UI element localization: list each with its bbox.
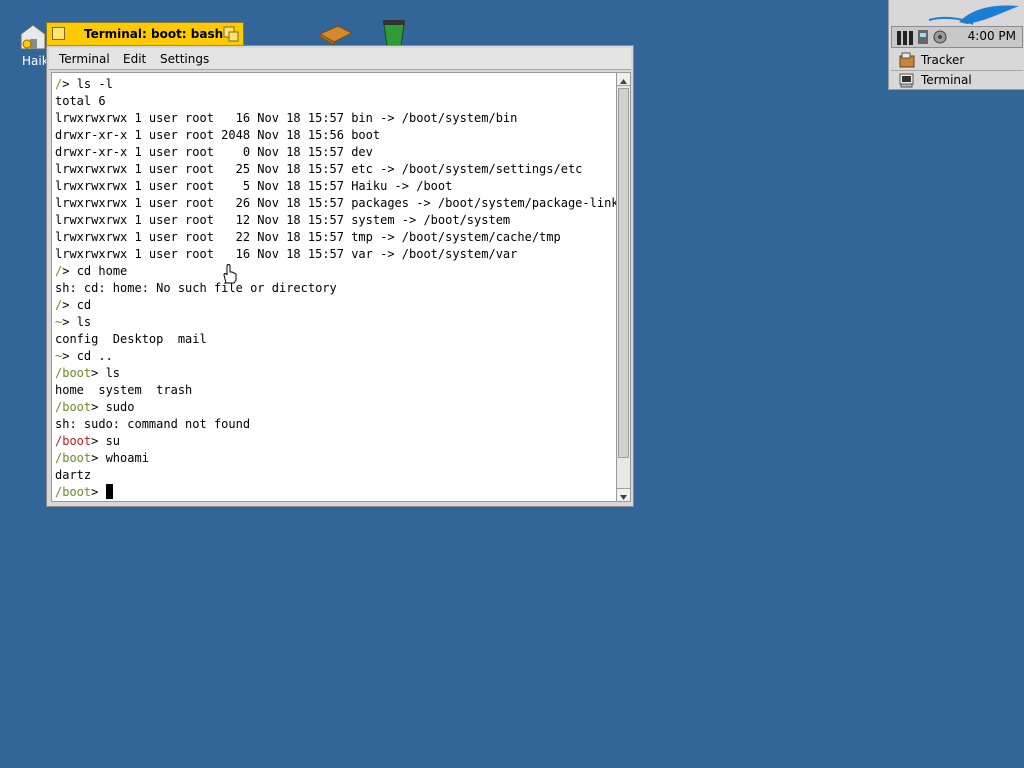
line-text: lrwxrwxrwx 1 user root 16 Nov 18 15:57 b… bbox=[55, 111, 518, 125]
terminal-icon bbox=[899, 72, 915, 94]
terminal-line: lrwxrwxrwx 1 user root 16 Nov 18 15:57 b… bbox=[55, 110, 616, 127]
prompt-path: /boot bbox=[55, 366, 92, 380]
line-text: ls bbox=[69, 315, 92, 329]
line-text: lrwxrwxrwx 1 user root 5 Nov 18 15:57 Ha… bbox=[55, 179, 453, 193]
vertical-scrollbar[interactable] bbox=[617, 72, 631, 502]
line-text: dartz bbox=[55, 468, 92, 482]
zoom-button[interactable] bbox=[223, 26, 239, 42]
terminal-line: drwxr-xr-x 1 user root 2048 Nov 18 15:56… bbox=[55, 127, 616, 144]
text-cursor bbox=[105, 484, 113, 499]
prompt-path: /boot bbox=[55, 434, 92, 448]
line-text: cd bbox=[69, 298, 92, 312]
line-text: home system trash bbox=[55, 383, 193, 397]
terminal-window: Terminal Edit Settings /> ls -l total 6 lr… bbox=[46, 45, 634, 507]
terminal-view[interactable]: /> ls -l total 6 lrwxrwxrwx 1 user root 16… bbox=[51, 72, 617, 502]
line-text: ls bbox=[98, 366, 121, 380]
terminal-line: config Desktop mail bbox=[55, 331, 616, 348]
deskbar-item-terminal[interactable]: Terminal bbox=[891, 70, 1023, 90]
line-text: cd .. bbox=[69, 349, 113, 363]
terminal-line: sh: sudo: command not found bbox=[55, 416, 616, 433]
line-text: drwxr-xr-x 1 user root 2048 Nov 18 15:56… bbox=[55, 128, 381, 142]
menu-terminal[interactable]: Terminal bbox=[59, 52, 110, 66]
line-text: config Desktop mail bbox=[55, 332, 207, 346]
terminal-line: /> cd bbox=[55, 297, 616, 314]
line-text bbox=[98, 485, 105, 499]
terminal-output: /> ls -l total 6 lrwxrwxrwx 1 user root 16… bbox=[55, 76, 617, 501]
terminal-line: dartz bbox=[55, 467, 616, 484]
line-text: lrwxrwxrwx 1 user root 25 Nov 18 15:57 e… bbox=[55, 162, 583, 176]
line-text: lrwxrwxrwx 1 user root 26 Nov 18 15:57 p… bbox=[55, 196, 617, 210]
line-text: total 6 bbox=[55, 94, 106, 108]
prompt-path: /boot bbox=[55, 485, 92, 499]
menu-edit[interactable]: Edit bbox=[123, 52, 146, 66]
media-icon[interactable] bbox=[932, 29, 948, 49]
network-icon[interactable] bbox=[916, 29, 930, 49]
terminal-line: /boot> sudo bbox=[55, 399, 616, 416]
menu-bar: Terminal Edit Settings bbox=[49, 48, 631, 70]
terminal-line: home system trash bbox=[55, 382, 616, 399]
terminal-line: drwxr-xr-x 1 user root 0 Nov 18 15:57 de… bbox=[55, 144, 616, 161]
close-button[interactable] bbox=[52, 27, 65, 40]
terminal-line: lrwxrwxrwx 1 user root 25 Nov 18 15:57 e… bbox=[55, 161, 616, 178]
terminal-line: /> ls -l bbox=[55, 76, 616, 93]
terminal-line: lrwxrwxrwx 1 user root 26 Nov 18 15:57 p… bbox=[55, 195, 617, 212]
window-title: Terminal: boot: bash bbox=[84, 27, 224, 41]
terminal-line: /boot> whoami bbox=[55, 450, 616, 467]
scrollbar-thumb[interactable] bbox=[618, 88, 629, 458]
line-text: lrwxrwxrwx 1 user root 12 Nov 18 15:57 s… bbox=[55, 213, 511, 227]
terminal-line: lrwxrwxrwx 1 user root 16 Nov 18 15:57 v… bbox=[55, 246, 616, 263]
scroll-down-button[interactable] bbox=[617, 488, 630, 501]
terminal-line: lrwxrwxrwx 1 user root 5 Nov 18 15:57 Ha… bbox=[55, 178, 616, 195]
terminal-line: lrwxrwxrwx 1 user root 12 Nov 18 15:57 s… bbox=[55, 212, 616, 229]
hand-cursor-icon bbox=[221, 264, 239, 288]
deskbar-item-label: Tracker bbox=[921, 53, 965, 67]
terminal-line: lrwxrwxrwx 1 user root 22 Nov 18 15:57 t… bbox=[55, 229, 616, 246]
terminal-line: ~> ls bbox=[55, 314, 616, 331]
line-text: ls -l bbox=[69, 77, 113, 91]
terminal-line: /boot> su bbox=[55, 433, 616, 450]
terminal-line: sh: cd: home: No such file or directory bbox=[55, 280, 616, 297]
line-text: su bbox=[98, 434, 121, 448]
line-text: whoami bbox=[98, 451, 149, 465]
cpu-monitor-icon[interactable] bbox=[897, 30, 915, 49]
prompt-path: /boot bbox=[55, 400, 92, 414]
deskbar-item-label: Terminal bbox=[921, 73, 972, 87]
line-text: lrwxrwxrwx 1 user root 22 Nov 18 15:57 t… bbox=[55, 230, 561, 244]
line-text: lrwxrwxrwx 1 user root 16 Nov 18 15:57 v… bbox=[55, 247, 518, 261]
line-text: cd home bbox=[69, 264, 128, 278]
system-tray: 4:00 PM bbox=[891, 26, 1023, 48]
terminal-line: ~> cd .. bbox=[55, 348, 616, 365]
deskbar-item-tracker[interactable]: Tracker bbox=[891, 50, 1023, 70]
clock[interactable]: 4:00 PM bbox=[968, 29, 1016, 43]
trash-icon[interactable] bbox=[380, 20, 408, 47]
line-text: sh: cd: home: No such file or directory bbox=[55, 281, 337, 295]
line-text: sudo bbox=[98, 400, 135, 414]
menu-settings[interactable]: Settings bbox=[160, 52, 209, 66]
haiku-home-icon[interactable] bbox=[18, 22, 48, 52]
prompt-path: /boot bbox=[55, 451, 92, 465]
terminal-line: /boot> bbox=[55, 484, 616, 501]
book-icon[interactable] bbox=[318, 24, 354, 46]
terminal-line: /> cd home bbox=[55, 263, 616, 280]
deskbar: 4:00 PM Tracker Terminal bbox=[888, 0, 1024, 90]
terminal-line: /boot> ls bbox=[55, 365, 616, 382]
terminal-line: total 6 bbox=[55, 93, 616, 110]
line-text: drwxr-xr-x 1 user root 0 Nov 18 15:57 de… bbox=[55, 145, 373, 159]
scroll-up-button[interactable] bbox=[617, 73, 630, 86]
window-tab[interactable]: Terminal: boot: bash bbox=[46, 22, 244, 46]
haiku-leaf-logo-icon[interactable] bbox=[923, 2, 1023, 26]
line-text: sh: sudo: command not found bbox=[55, 417, 251, 431]
